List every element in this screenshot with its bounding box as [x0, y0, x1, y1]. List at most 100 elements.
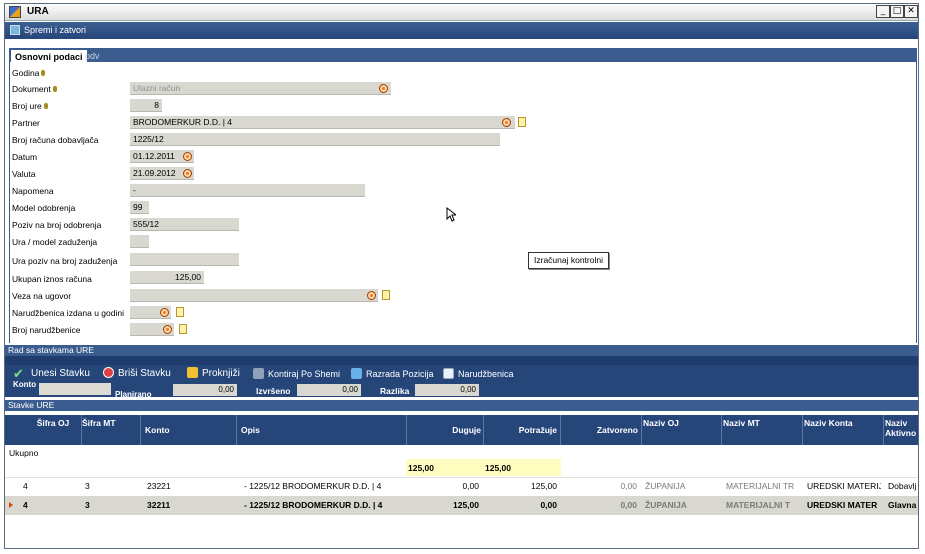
- napomena-label: Napomena: [12, 186, 54, 196]
- izvrseno-field[interactable]: 0,00: [297, 384, 361, 396]
- new-note-icon[interactable]: [176, 307, 184, 317]
- brisi-stavku-button[interactable]: Briši Stavku: [103, 367, 171, 381]
- model-odobrenja-label: Model odobrenja: [12, 203, 76, 213]
- narudzbenica-label: Narudžbenica: [458, 369, 514, 379]
- delete-icon: [103, 367, 114, 378]
- izvrseno-label: Izvršeno: [256, 386, 291, 396]
- app-icon: [9, 6, 21, 18]
- header-naziv-mt[interactable]: Naziv MT: [723, 418, 775, 428]
- cell-konto: 23221: [147, 481, 171, 491]
- dropdown-icon[interactable]: [367, 291, 376, 300]
- razlika-field[interactable]: 0,00: [415, 384, 479, 396]
- cell-sifra-oj: 4: [23, 481, 28, 491]
- narudzbenica-godina-label: Narudžbenica izdana u godini: [12, 308, 124, 318]
- maximize-button[interactable]: □: [890, 5, 904, 18]
- close-button[interactable]: ✕: [904, 5, 918, 18]
- ura-model-zaduzenja-field[interactable]: [130, 235, 149, 248]
- konto-label: Konto: [13, 380, 37, 389]
- cell-naziv-aktivnost: Glavna: [888, 500, 917, 510]
- konto-field[interactable]: [39, 383, 111, 395]
- cell-naziv-konta: UREDSKI MATERIJ: [807, 481, 881, 491]
- key-icon: [43, 103, 48, 109]
- kontiraj-label: Kontiraj Po Shemi: [268, 369, 341, 379]
- save-close-button[interactable]: Spremi i zatvori: [24, 25, 86, 35]
- broj-racuna-label: Broj računa dobavljača: [12, 135, 99, 145]
- section-divider: [5, 356, 918, 365]
- cell-sifra-mt: 3: [85, 481, 90, 491]
- cell-duguje: 0,00: [462, 481, 479, 491]
- dokument-field[interactable]: Ulazni račun: [130, 82, 391, 95]
- valuta-label: Valuta: [12, 169, 36, 179]
- grid-title: Stavke URE: [5, 400, 918, 411]
- izracunaj-kontrolni-button[interactable]: Izračunaj kontrolni: [528, 252, 609, 269]
- dropdown-icon[interactable]: [163, 325, 172, 334]
- veza-ugovor-field[interactable]: [130, 289, 378, 302]
- planirano-field[interactable]: 0,00: [173, 384, 237, 396]
- ukupan-iznos-field[interactable]: 125,00: [130, 271, 204, 284]
- key-icon: [52, 86, 57, 92]
- broj-ure-field[interactable]: 8: [130, 99, 162, 112]
- broj-ure-label-text: Broj ure: [12, 101, 42, 111]
- tab-strip: [9, 48, 917, 62]
- model-odobrenja-field[interactable]: 99: [130, 201, 149, 214]
- ukupno-potrazuje: 125,00: [485, 463, 511, 473]
- header-naziv-konta[interactable]: Naziv Konta: [804, 418, 856, 428]
- cell-konto: 32211: [147, 500, 171, 510]
- column-separator: [483, 415, 484, 445]
- header-potrazuje[interactable]: Potražuje: [485, 425, 557, 435]
- unesi-stavku-button[interactable]: ✔ Unesi Stavku: [13, 367, 90, 381]
- partner-field[interactable]: BRODOMERKUR D.D. | 4: [130, 116, 515, 129]
- column-separator: [560, 415, 561, 445]
- row-pointer-icon: [9, 502, 13, 508]
- cell-potrazuje: 0,00: [540, 500, 557, 510]
- column-separator: [406, 415, 407, 445]
- calendar-dropdown-icon[interactable]: [183, 152, 192, 161]
- title-bar: URA _ □ ✕: [5, 4, 918, 21]
- ukupno-label: Ukupno: [9, 448, 39, 458]
- ura-poziv-zaduzenja-field[interactable]: [130, 253, 239, 266]
- header-zatvoreno[interactable]: Zatvoreno: [562, 425, 638, 435]
- broj-narudzbenice-label: Broj narudžbenice: [12, 325, 81, 335]
- minimize-button[interactable]: _: [876, 5, 890, 18]
- dropdown-icon[interactable]: [160, 308, 169, 317]
- proknjizi-button[interactable]: Proknjiži: [187, 367, 240, 381]
- godina-label: Godina: [12, 68, 46, 78]
- cell-naziv-oj: ŽUPANIJA: [645, 500, 687, 510]
- stack-icon: [351, 368, 362, 379]
- header-naziv-oj[interactable]: Naziv OJ: [643, 418, 695, 428]
- mouse-cursor-icon: [446, 207, 456, 222]
- ura-poziv-zaduzenja-label: Ura poziv na broj zaduženja: [12, 256, 118, 266]
- razrada-pozicija-button[interactable]: Razrada Pozicija: [351, 367, 434, 381]
- poziv-odobrenja-field[interactable]: 555/12: [130, 218, 239, 231]
- new-note-icon[interactable]: [382, 290, 390, 300]
- header-opis[interactable]: Opis: [241, 425, 260, 435]
- dropdown-icon[interactable]: [502, 118, 511, 127]
- tab-pdv[interactable]: pdv: [81, 49, 104, 63]
- dropdown-icon[interactable]: [379, 84, 388, 93]
- proknjizi-label: Proknjiži: [202, 368, 240, 379]
- calendar-dropdown-icon[interactable]: [183, 169, 192, 178]
- window-title: URA: [27, 6, 49, 17]
- header-naziv-aktivnost[interactable]: Naziv Aktivno: [885, 418, 918, 438]
- header-konto[interactable]: Konto: [145, 425, 170, 435]
- dokument-label-text: Dokument: [12, 84, 51, 94]
- kontiraj-button[interactable]: Kontiraj Po Shemi: [253, 367, 340, 381]
- napomena-field[interactable]: -: [130, 184, 365, 197]
- save-icon: [10, 25, 20, 35]
- narudzbenica-button[interactable]: Narudžbenica: [443, 367, 514, 381]
- cell-naziv-mt: MATERIJALNI TR: [726, 481, 795, 491]
- broj-racuna-field[interactable]: 1225/12: [130, 133, 500, 146]
- column-separator: [81, 415, 82, 445]
- column-separator: [140, 415, 141, 445]
- new-note-icon[interactable]: [179, 324, 187, 334]
- header-sifra-oj[interactable]: Šifra OJ: [32, 418, 74, 428]
- save-toolbar: Spremi i zatvori: [5, 22, 918, 39]
- cell-duguje: 125,00: [453, 500, 479, 510]
- veza-ugovor-label: Veza na ugovor: [12, 291, 72, 301]
- header-duguje[interactable]: Duguje: [410, 425, 481, 435]
- cell-potrazuje: 125,00: [531, 481, 557, 491]
- ura-window: URA _ □ ✕ Spremi i zatvori Osnovni podac…: [4, 3, 919, 549]
- column-separator: [721, 415, 722, 445]
- new-note-icon[interactable]: [518, 117, 526, 127]
- header-sifra-mt[interactable]: Šifra MT: [82, 418, 122, 428]
